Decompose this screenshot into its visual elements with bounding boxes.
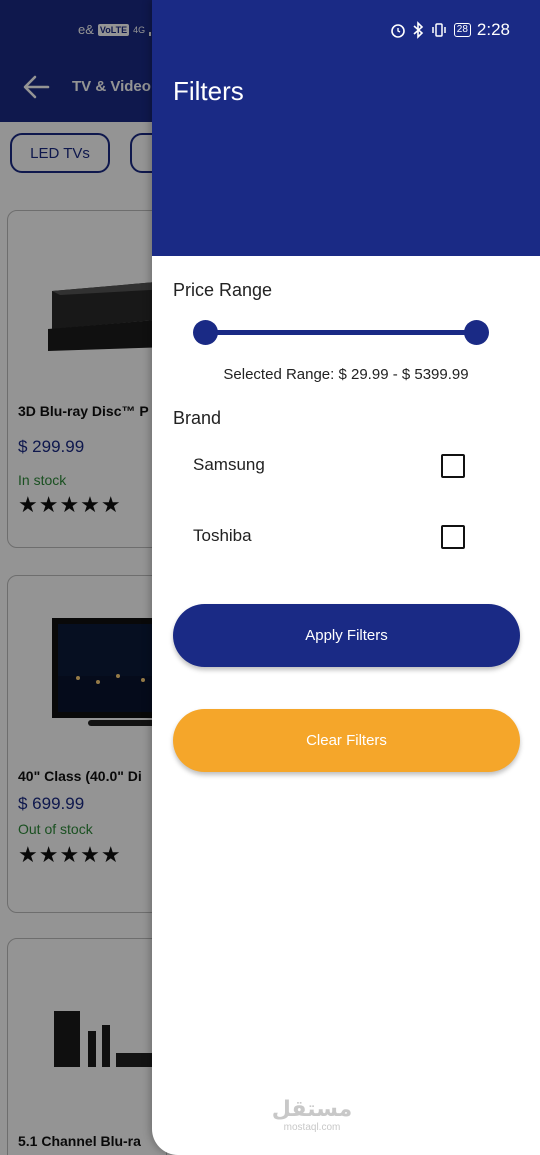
alarm-icon bbox=[390, 24, 405, 38]
bluetooth-icon bbox=[413, 21, 423, 39]
brand-label: Brand bbox=[173, 408, 222, 428]
battery-icon: 28 bbox=[453, 23, 471, 37]
samsung-checkbox[interactable] bbox=[441, 454, 465, 478]
price-range-label: Price Range bbox=[173, 280, 273, 300]
vibrate-icon bbox=[432, 23, 446, 37]
apply-filters-button[interactable]: Apply Filters bbox=[173, 604, 520, 667]
slider-min-handle[interactable] bbox=[193, 320, 218, 345]
watermark-arabic: مستقل bbox=[271, 1097, 353, 1122]
brand-option-samsung[interactable]: Samsung bbox=[152, 442, 540, 492]
status-bar-right: 28 2:28 bbox=[390, 20, 510, 40]
watermark-logo: مستقل mostaql.com bbox=[232, 1098, 392, 1134]
selected-range-text: Selected Range: $ 29.99 - $ 5399.99 bbox=[223, 366, 469, 383]
watermark-latin: mostaql.com bbox=[283, 1122, 341, 1133]
brand-option-label: Samsung bbox=[193, 455, 265, 474]
brand-option-toshiba[interactable]: Toshiba bbox=[152, 513, 540, 563]
drawer-header: 28 2:28 Filters bbox=[152, 0, 540, 256]
brand-option-label: Toshiba bbox=[193, 526, 252, 545]
filters-title: Filters bbox=[173, 76, 244, 106]
clock: 2:28 bbox=[476, 20, 510, 39]
filter-drawer: 28 2:28 Filters Price Range Selected Ran… bbox=[152, 0, 540, 1155]
toshiba-checkbox[interactable] bbox=[441, 525, 465, 549]
price-range-slider[interactable] bbox=[193, 318, 489, 348]
slider-max-handle[interactable] bbox=[464, 320, 489, 345]
clear-filters-button[interactable]: Clear Filters bbox=[173, 709, 520, 772]
slider-track[interactable] bbox=[205, 330, 477, 335]
